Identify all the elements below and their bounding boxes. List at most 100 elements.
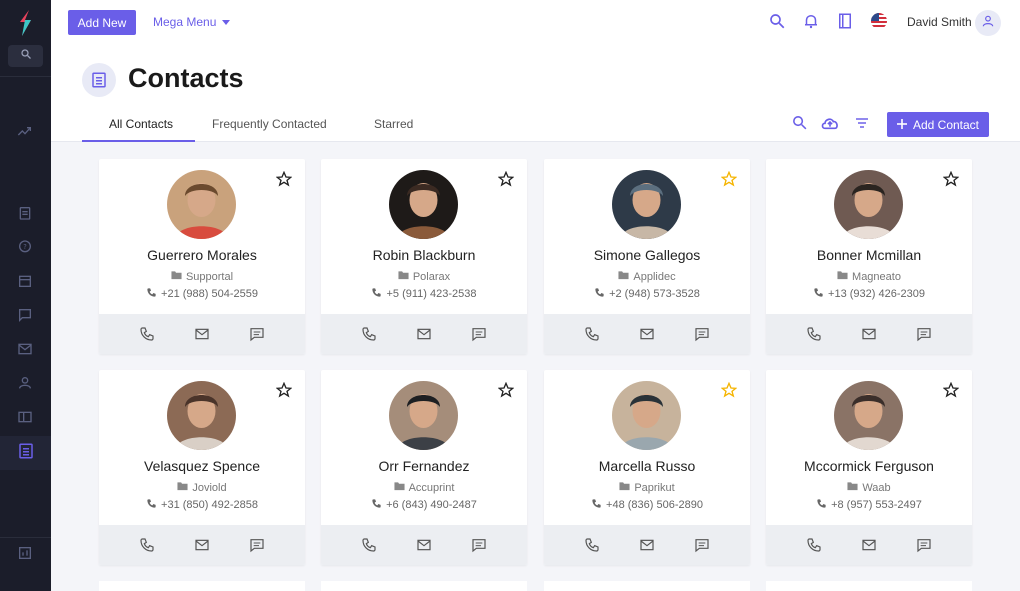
contact-card[interactable]: Velasquez Spence Joviold +31 (850) 492-285… <box>99 370 305 565</box>
contact-avatar[interactable] <box>167 381 236 450</box>
contact-card-partial <box>99 581 305 591</box>
caret-down-icon <box>222 15 231 29</box>
sidebar-item-help[interactable]: ? <box>15 239 35 259</box>
contact-card-partial <box>766 581 972 591</box>
bookmarks-button[interactable] <box>836 12 854 35</box>
phone-number: +6 (843) 490-2487 <box>386 499 477 511</box>
call-icon[interactable] <box>135 322 159 346</box>
sidebar-item-chat[interactable] <box>15 307 35 327</box>
contact-card[interactable]: Bonner Mcmillan Magneato +13 (932) 426-230… <box>766 159 972 354</box>
folder-icon <box>619 481 630 494</box>
tab-starred[interactable]: Starred <box>374 117 413 131</box>
call-icon[interactable] <box>357 322 381 346</box>
sidebar-item-reports[interactable] <box>15 545 35 565</box>
sidebar-item-calendar[interactable] <box>15 273 35 293</box>
sidebar-item-user[interactable] <box>15 375 35 395</box>
message-icon[interactable] <box>467 533 491 557</box>
contacts-icon <box>17 442 35 465</box>
contact-avatar[interactable] <box>389 170 458 239</box>
message-icon[interactable] <box>690 533 714 557</box>
user-name[interactable]: David Smith <box>907 15 972 29</box>
plus-icon <box>896 118 907 132</box>
call-icon[interactable] <box>357 533 381 557</box>
email-icon[interactable] <box>857 322 881 346</box>
message-icon[interactable] <box>912 533 936 557</box>
message-icon[interactable] <box>245 533 269 557</box>
filter-button[interactable] <box>852 115 872 135</box>
email-icon[interactable] <box>635 533 659 557</box>
contact-company: Joviold <box>99 481 305 494</box>
contact-card[interactable]: Guerrero Morales Supportal +21 (988) 504-2… <box>99 159 305 354</box>
phone-icon <box>594 287 605 301</box>
contact-actions <box>544 314 750 354</box>
contact-card[interactable]: Orr Fernandez Accuprint +6 (843) 490-2487 <box>321 370 527 565</box>
sidebar-search-button[interactable] <box>8 45 43 67</box>
sidebar-item-layout[interactable] <box>15 409 35 429</box>
contact-card[interactable]: Robin Blackburn Polarax +5 (911) 423-2538 <box>321 159 527 354</box>
contact-avatar[interactable] <box>167 170 236 239</box>
app-logo[interactable] <box>14 8 36 38</box>
star-icon[interactable] <box>497 381 515 398</box>
email-icon[interactable] <box>857 533 881 557</box>
contact-card[interactable]: Marcella Russo Paprikut +48 (836) 506-2890 <box>544 370 750 565</box>
contact-actions <box>99 525 305 565</box>
contact-avatar[interactable] <box>834 170 903 239</box>
contact-avatar[interactable] <box>389 381 458 450</box>
email-icon[interactable] <box>190 533 214 557</box>
star-icon[interactable] <box>275 170 293 187</box>
add-new-button[interactable]: Add New <box>68 10 136 35</box>
email-icon[interactable] <box>190 322 214 346</box>
sidebar-item-contacts[interactable] <box>0 436 51 470</box>
contacts-search-button[interactable] <box>789 115 809 135</box>
phone-icon <box>371 287 382 301</box>
folder-icon <box>837 270 848 283</box>
company-name: Polarax <box>412 270 451 283</box>
company-name: Joviold <box>192 481 227 494</box>
active-tab-indicator <box>82 140 195 142</box>
message-icon[interactable] <box>690 322 714 346</box>
user-icon <box>981 14 995 33</box>
contact-card[interactable]: Mccormick Ferguson Waab +8 (957) 553-2497 <box>766 370 972 565</box>
cloud-upload-button[interactable] <box>820 115 840 135</box>
sidebar-item-documents[interactable] <box>15 205 35 225</box>
email-icon[interactable] <box>412 322 436 346</box>
call-icon[interactable] <box>580 533 604 557</box>
star-icon[interactable] <box>275 381 293 398</box>
star-icon[interactable] <box>942 170 960 187</box>
call-icon[interactable] <box>802 322 826 346</box>
add-contact-button[interactable]: Add Contact <box>887 112 989 137</box>
star-icon[interactable] <box>497 170 515 187</box>
mega-menu-dropdown[interactable]: Mega Menu <box>153 15 231 29</box>
language-button[interactable] <box>870 12 888 35</box>
top-navigation-bar: Add New Mega Menu David Smith <box>51 0 1020 45</box>
email-icon[interactable] <box>635 322 659 346</box>
message-icon[interactable] <box>467 322 491 346</box>
sidebar-item-mail[interactable] <box>15 341 35 361</box>
notifications-button[interactable] <box>802 12 820 35</box>
star-icon[interactable] <box>942 381 960 398</box>
message-icon[interactable] <box>912 322 936 346</box>
company-name: Supportal <box>185 270 234 283</box>
star-filled-icon[interactable] <box>720 381 738 398</box>
tab-frequently-contacted[interactable]: Frequently Contacted <box>212 117 327 131</box>
tab-all-contacts[interactable]: All Contacts <box>109 117 173 131</box>
message-icon[interactable] <box>245 322 269 346</box>
call-icon[interactable] <box>135 533 159 557</box>
contact-card-partial <box>544 581 750 591</box>
sidebar-item-analytics[interactable] <box>15 123 35 143</box>
contact-phone: +48 (836) 506-2890 <box>544 498 750 512</box>
phone-number: +31 (850) 492-2858 <box>161 499 258 511</box>
call-icon[interactable] <box>580 322 604 346</box>
contact-avatar[interactable] <box>612 170 681 239</box>
contact-avatar[interactable] <box>834 381 903 450</box>
search-button[interactable] <box>768 12 786 35</box>
contact-avatar[interactable] <box>612 381 681 450</box>
us-flag-icon <box>870 12 888 35</box>
star-filled-icon[interactable] <box>720 170 738 187</box>
email-icon[interactable] <box>412 533 436 557</box>
user-avatar[interactable] <box>975 10 1001 36</box>
contact-name: Bonner Mcmillan <box>816 247 922 263</box>
call-icon[interactable] <box>802 533 826 557</box>
contact-company: Polarax <box>321 270 527 283</box>
contact-card[interactable]: Simone Gallegos Applidec +2 (948) 573-3528 <box>544 159 750 354</box>
